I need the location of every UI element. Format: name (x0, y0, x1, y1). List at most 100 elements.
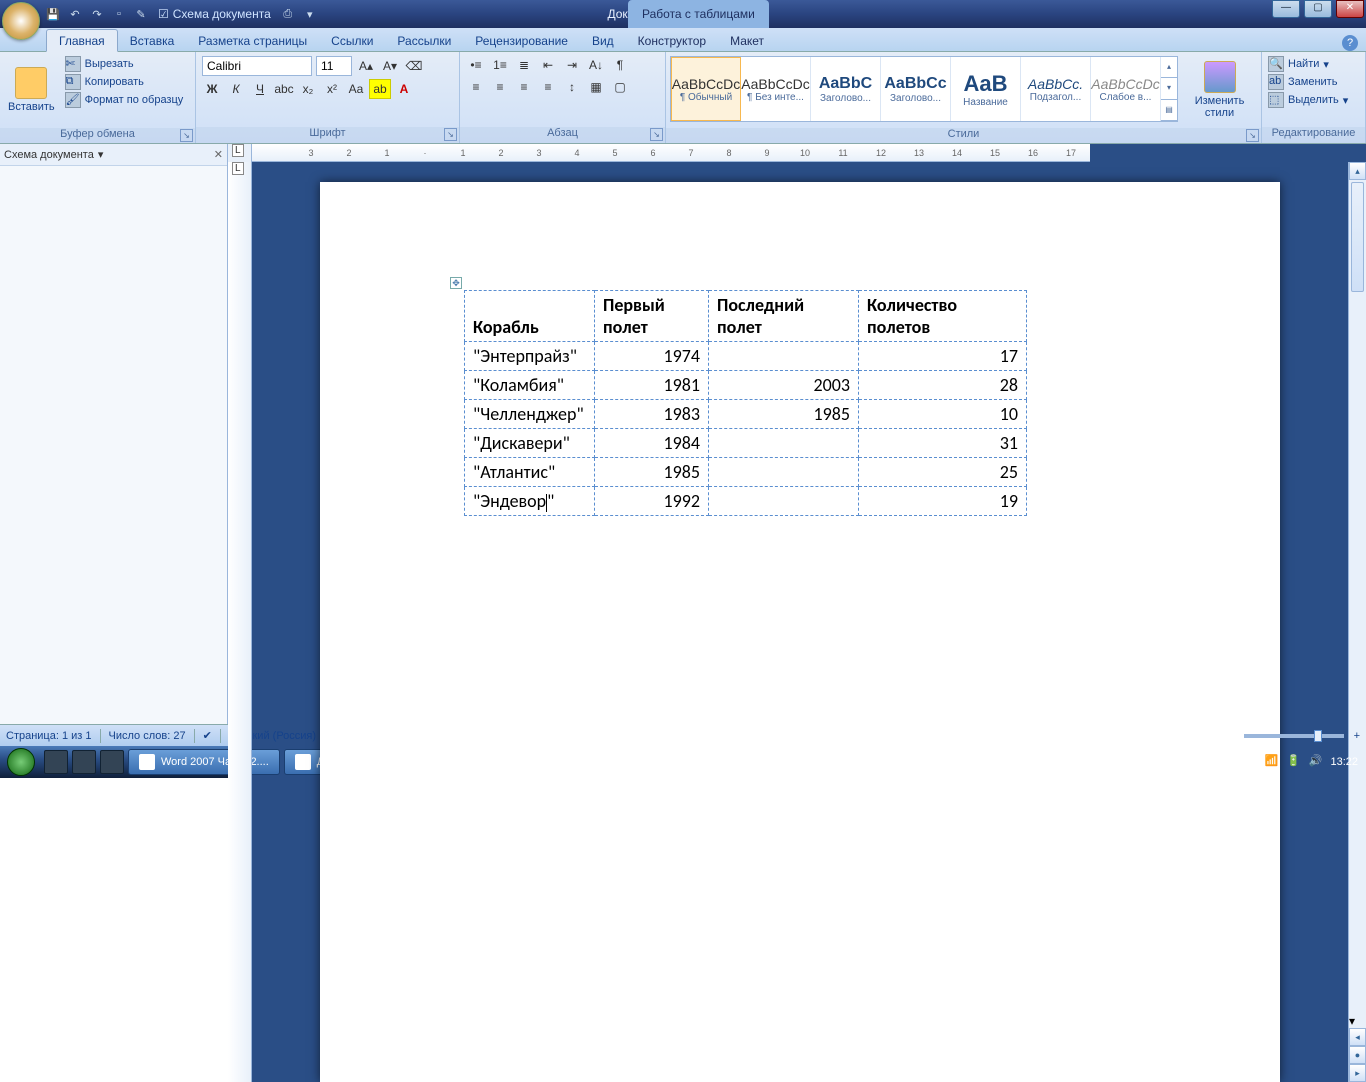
superscript-button[interactable]: x² (321, 79, 343, 99)
table-cell[interactable]: "Дискавери" (465, 429, 595, 458)
table-row[interactable]: "Атлантис"1985 25 (465, 458, 1027, 487)
font-size-combo[interactable]: 11 (316, 56, 352, 76)
scroll-up-button[interactable]: ▴ (1349, 162, 1366, 180)
change-styles-button[interactable]: Изменить стили (1180, 54, 1259, 126)
zoom-slider[interactable] (1244, 734, 1344, 738)
font-color-button[interactable]: A (393, 79, 415, 99)
close-button[interactable]: ✕ (1336, 0, 1364, 18)
qat-print-icon[interactable]: ⎙ (279, 5, 297, 23)
tab-view[interactable]: Вид (580, 30, 626, 51)
help-button[interactable]: ? (1342, 35, 1358, 51)
maximize-button[interactable]: ▢ (1304, 0, 1332, 18)
qat-save-icon[interactable]: 💾 (44, 5, 62, 23)
next-page-button[interactable]: ▸ (1349, 1064, 1366, 1082)
select-button[interactable]: ⬚Выделить ▾ (1268, 92, 1348, 108)
status-spellcheck-icon[interactable]: ✔ (203, 729, 212, 742)
multilevel-button[interactable]: ≣ (513, 55, 535, 75)
qat-edit-icon[interactable]: ✎ (132, 5, 150, 23)
table-cell[interactable]: "Атлантис" (465, 458, 595, 487)
document-map-dropdown[interactable]: ▾ (98, 148, 104, 161)
format-painter-button[interactable]: 🖌Формат по образцу (65, 92, 184, 108)
table-header[interactable]: Корабль (465, 291, 595, 342)
qat-redo-icon[interactable]: ↷ (88, 5, 106, 23)
style-item[interactable]: AaBbCcDc¶ Обычный (671, 57, 741, 121)
subscript-button[interactable]: x₂ (297, 79, 319, 99)
tab-references[interactable]: Ссылки (319, 30, 385, 51)
table-cell[interactable]: 1985 (709, 400, 859, 429)
table-cell[interactable]: 1985 (595, 458, 709, 487)
start-button[interactable] (0, 746, 42, 778)
table-cell[interactable]: 1983 (595, 400, 709, 429)
change-case-button[interactable]: Aa (345, 79, 367, 99)
gallery-spin-button[interactable]: ▴ (1161, 57, 1177, 78)
tab-table-layout[interactable]: Макет (718, 30, 776, 51)
pinned-app-1[interactable] (44, 750, 68, 774)
show-marks-button[interactable]: ¶ (609, 55, 631, 75)
table-header[interactable]: Первый полет (595, 291, 709, 342)
page-area[interactable]: ✥ КорабльПервый полетПоследний полетКоли… (252, 162, 1348, 1082)
increase-indent-button[interactable]: ⇥ (561, 55, 583, 75)
zoom-slider-knob[interactable] (1314, 730, 1322, 742)
justify-button[interactable]: ≡ (537, 77, 559, 97)
copy-button[interactable]: ⧉Копировать (65, 74, 184, 90)
table-cell[interactable]: 2003 (709, 371, 859, 400)
table-cell[interactable]: 19 (859, 487, 1027, 516)
table-cell[interactable]: 25 (859, 458, 1027, 487)
table-cell[interactable]: 1981 (595, 371, 709, 400)
table-cell[interactable]: "Эндевор" (465, 487, 595, 516)
table-cell[interactable]: 28 (859, 371, 1027, 400)
cut-button[interactable]: ✄Вырезать (65, 56, 184, 72)
table-cell[interactable]: 1992 (595, 487, 709, 516)
qat-undo-icon[interactable]: ↶ (66, 5, 84, 23)
line-spacing-button[interactable]: ↕ (561, 77, 583, 97)
style-item[interactable]: AaBbCЗаголово... (811, 57, 881, 121)
scroll-down-button[interactable]: ▾ (1349, 1014, 1366, 1028)
table-cell[interactable] (709, 487, 859, 516)
table-cell[interactable]: 17 (859, 342, 1027, 371)
table-cell[interactable]: 1974 (595, 342, 709, 371)
table-cell[interactable] (709, 429, 859, 458)
tab-insert[interactable]: Вставка (118, 30, 187, 51)
table-cell[interactable] (709, 342, 859, 371)
status-page[interactable]: Страница: 1 из 1 (6, 730, 92, 742)
table-move-handle[interactable]: ✥ (450, 277, 462, 289)
qat-more-icon[interactable]: ▾ (301, 5, 319, 23)
find-button[interactable]: 🔍Найти ▾ (1268, 56, 1348, 72)
table-cell[interactable]: 10 (859, 400, 1027, 429)
style-item[interactable]: AaBbCcЗаголово... (881, 57, 951, 121)
status-words[interactable]: Число слов: 27 (109, 730, 186, 742)
scroll-thumb[interactable] (1351, 182, 1364, 292)
table-header[interactable]: Последний полет (709, 291, 859, 342)
grow-font-button[interactable]: A▴ (355, 56, 377, 76)
underline-button[interactable]: Ч (249, 79, 271, 99)
qat-new-icon[interactable]: ▫ (110, 5, 128, 23)
table-cell[interactable] (709, 458, 859, 487)
sort-button[interactable]: A↓ (585, 55, 607, 75)
align-left-button[interactable]: ≡ (465, 77, 487, 97)
tray-clock[interactable]: 13:22 (1330, 756, 1358, 768)
table-row[interactable]: "Дискавери"198431 (465, 429, 1027, 458)
zoom-in-button[interactable]: + (1354, 730, 1360, 742)
style-item[interactable]: AaBbCcDc¶ Без инте... (741, 57, 811, 121)
borders-button[interactable]: ▢ (609, 77, 631, 97)
tab-pagelayout[interactable]: Разметка страницы (186, 30, 319, 51)
table-cell[interactable]: 1984 (595, 429, 709, 458)
document-table[interactable]: КорабльПервый полетПоследний полетКоличе… (464, 290, 1027, 516)
document-map-close[interactable]: ✕ (214, 148, 223, 161)
gallery-spin-button[interactable]: ▤ (1161, 100, 1177, 121)
pinned-app-2[interactable] (72, 750, 96, 774)
horizontal-ruler[interactable]: 321·1234567891011121314151617 (252, 144, 1090, 162)
table-row[interactable]: "Челленджер"1983198510 (465, 400, 1027, 429)
font-name-combo[interactable]: Calibri (202, 56, 312, 76)
table-header[interactable]: Количество полетов (859, 291, 1027, 342)
decrease-indent-button[interactable]: ⇤ (537, 55, 559, 75)
table-row[interactable]: "Коламбия"1981200328 (465, 371, 1027, 400)
style-item[interactable]: AaBbCcDcСлабое в... (1091, 57, 1161, 121)
qat-docmap-toggle[interactable]: ☑ Схема документа (154, 7, 275, 21)
table-cell[interactable]: "Энтерпрайз" (465, 342, 595, 371)
pinned-app-3[interactable] (100, 750, 124, 774)
styles-dialog-launcher[interactable]: ↘ (1246, 129, 1259, 142)
highlight-button[interactable]: ab (369, 79, 391, 99)
minimize-button[interactable]: — (1272, 0, 1300, 18)
styles-gallery[interactable]: AaBbCcDc¶ ОбычныйAaBbCcDc¶ Без инте...Aa… (670, 56, 1178, 122)
